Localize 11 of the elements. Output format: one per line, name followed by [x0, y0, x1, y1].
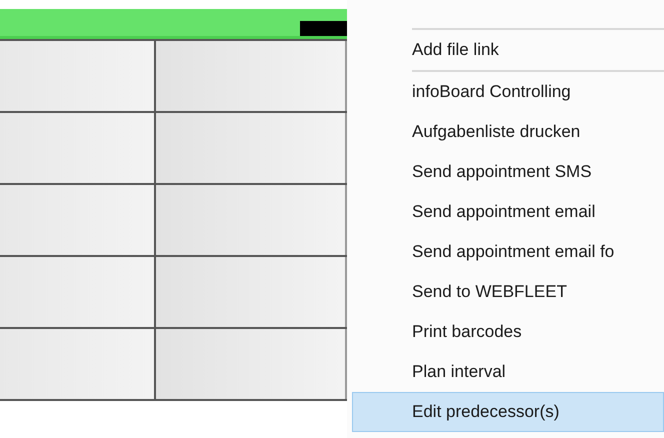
menu-item[interactable]: Send appointment email [352, 192, 664, 232]
menu-item[interactable]: Add file link [352, 30, 664, 70]
menu-item[interactable]: Send to WEBFLEET [352, 272, 664, 312]
menu-item[interactable]: Edit predecessor(s) [352, 392, 664, 432]
bar-end-marker [300, 21, 347, 36]
menu-item[interactable]: infoBoard Controlling [352, 72, 664, 112]
menu-item[interactable]: Aufgabenliste drucken [352, 112, 664, 152]
menu-item[interactable]: Send appointment email fo [352, 232, 664, 272]
menu-item[interactable]: Send appointment SMS [352, 152, 664, 192]
menu-item[interactable]: Print barcodes [352, 312, 664, 352]
menu-item[interactable]: Plan interval [352, 352, 664, 392]
